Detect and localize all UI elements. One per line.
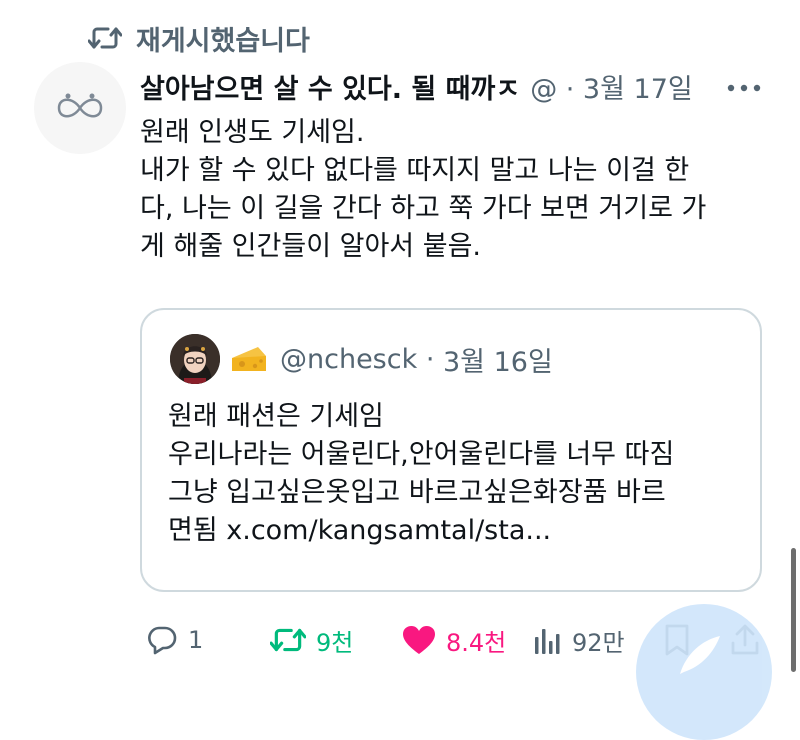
tweet-meta[interactable]: @ · 3월 17일 — [530, 67, 693, 106]
more-icon — [727, 84, 761, 92]
quote-handle[interactable]: @nchesck — [280, 344, 417, 375]
retweet-icon — [88, 25, 122, 51]
quote-avatar[interactable] — [170, 334, 220, 384]
retweet-button[interactable]: 9천 — [270, 618, 353, 662]
retweet-count: 9천 — [316, 628, 354, 657]
repost-indicator: 재게시했습니다 — [88, 18, 310, 58]
views-count: 92만 — [572, 628, 625, 657]
like-button[interactable]: 8.4천 — [402, 618, 506, 662]
tweet-text-line: 게 해줄 인간들이 알아서 붙음. — [140, 231, 481, 262]
reply-count: 1 — [188, 626, 204, 654]
quote-text: 원래 패션은 기세임 우리나라는 어울린다,안어울린다를 너무 따짐 그냥 입고… — [168, 398, 748, 550]
retweet-icon — [270, 628, 306, 652]
tweet-header: 살아남으면 살 수 있다. 될 때까ㅈ @ · 3월 17일 — [140, 64, 693, 108]
cheese-icon — [230, 344, 268, 374]
author-name[interactable]: 살아남으면 살 수 있다. 될 때까ㅈ — [140, 67, 520, 106]
heart-icon — [403, 626, 435, 654]
scrollbar[interactable] — [791, 548, 796, 672]
quote-date[interactable]: 3월 16일 — [443, 340, 553, 379]
reply-button[interactable]: 1 — [146, 618, 203, 662]
person-photo-icon — [170, 334, 220, 384]
tweet-text: 원래 인생도 기세임. 내가 할 수 있다 없다를 따지지 말고 나는 이걸 한… — [140, 114, 760, 266]
more-button[interactable] — [726, 70, 762, 106]
views-icon — [535, 629, 560, 654]
views-button[interactable]: 92만 — [534, 618, 625, 662]
quote-separator: · — [417, 343, 443, 375]
like-count: 8.4천 — [446, 628, 507, 657]
reply-icon — [148, 626, 177, 655]
author-avatar[interactable] — [34, 62, 126, 154]
tweet-text-line: 내가 할 수 있다 없다를 따지지 말고 나는 이걸 한 — [140, 155, 690, 186]
feather-icon — [680, 636, 720, 674]
infinity-logo-icon — [57, 93, 103, 118]
compose-button[interactable] — [636, 604, 772, 740]
repost-label: 재게시했습니다 — [136, 25, 310, 57]
quote-text-line: 원래 패션은 기세임 — [168, 401, 384, 432]
quote-tweet-card[interactable]: @nchesck · 3월 16일 원래 패션은 기세임 우리나라는 어울린다,… — [140, 308, 762, 592]
quote-text-line: 그냥 입고싶은옷입고 바르고싶은화장품 바르 — [168, 477, 666, 508]
tweet-text-line: 다, 나는 이 길을 간다 하고 쭉 가다 보면 거기로 가 — [140, 193, 707, 224]
quote-text-line: 우리나라는 어울린다,안어울린다를 너무 따짐 — [168, 439, 675, 470]
tweet-text-line: 원래 인생도 기세임. — [140, 117, 365, 148]
quote-header: @nchesck · 3월 16일 — [230, 336, 553, 382]
quote-text-line: 면됨 x.com/kangsamtal/sta... — [168, 515, 552, 546]
